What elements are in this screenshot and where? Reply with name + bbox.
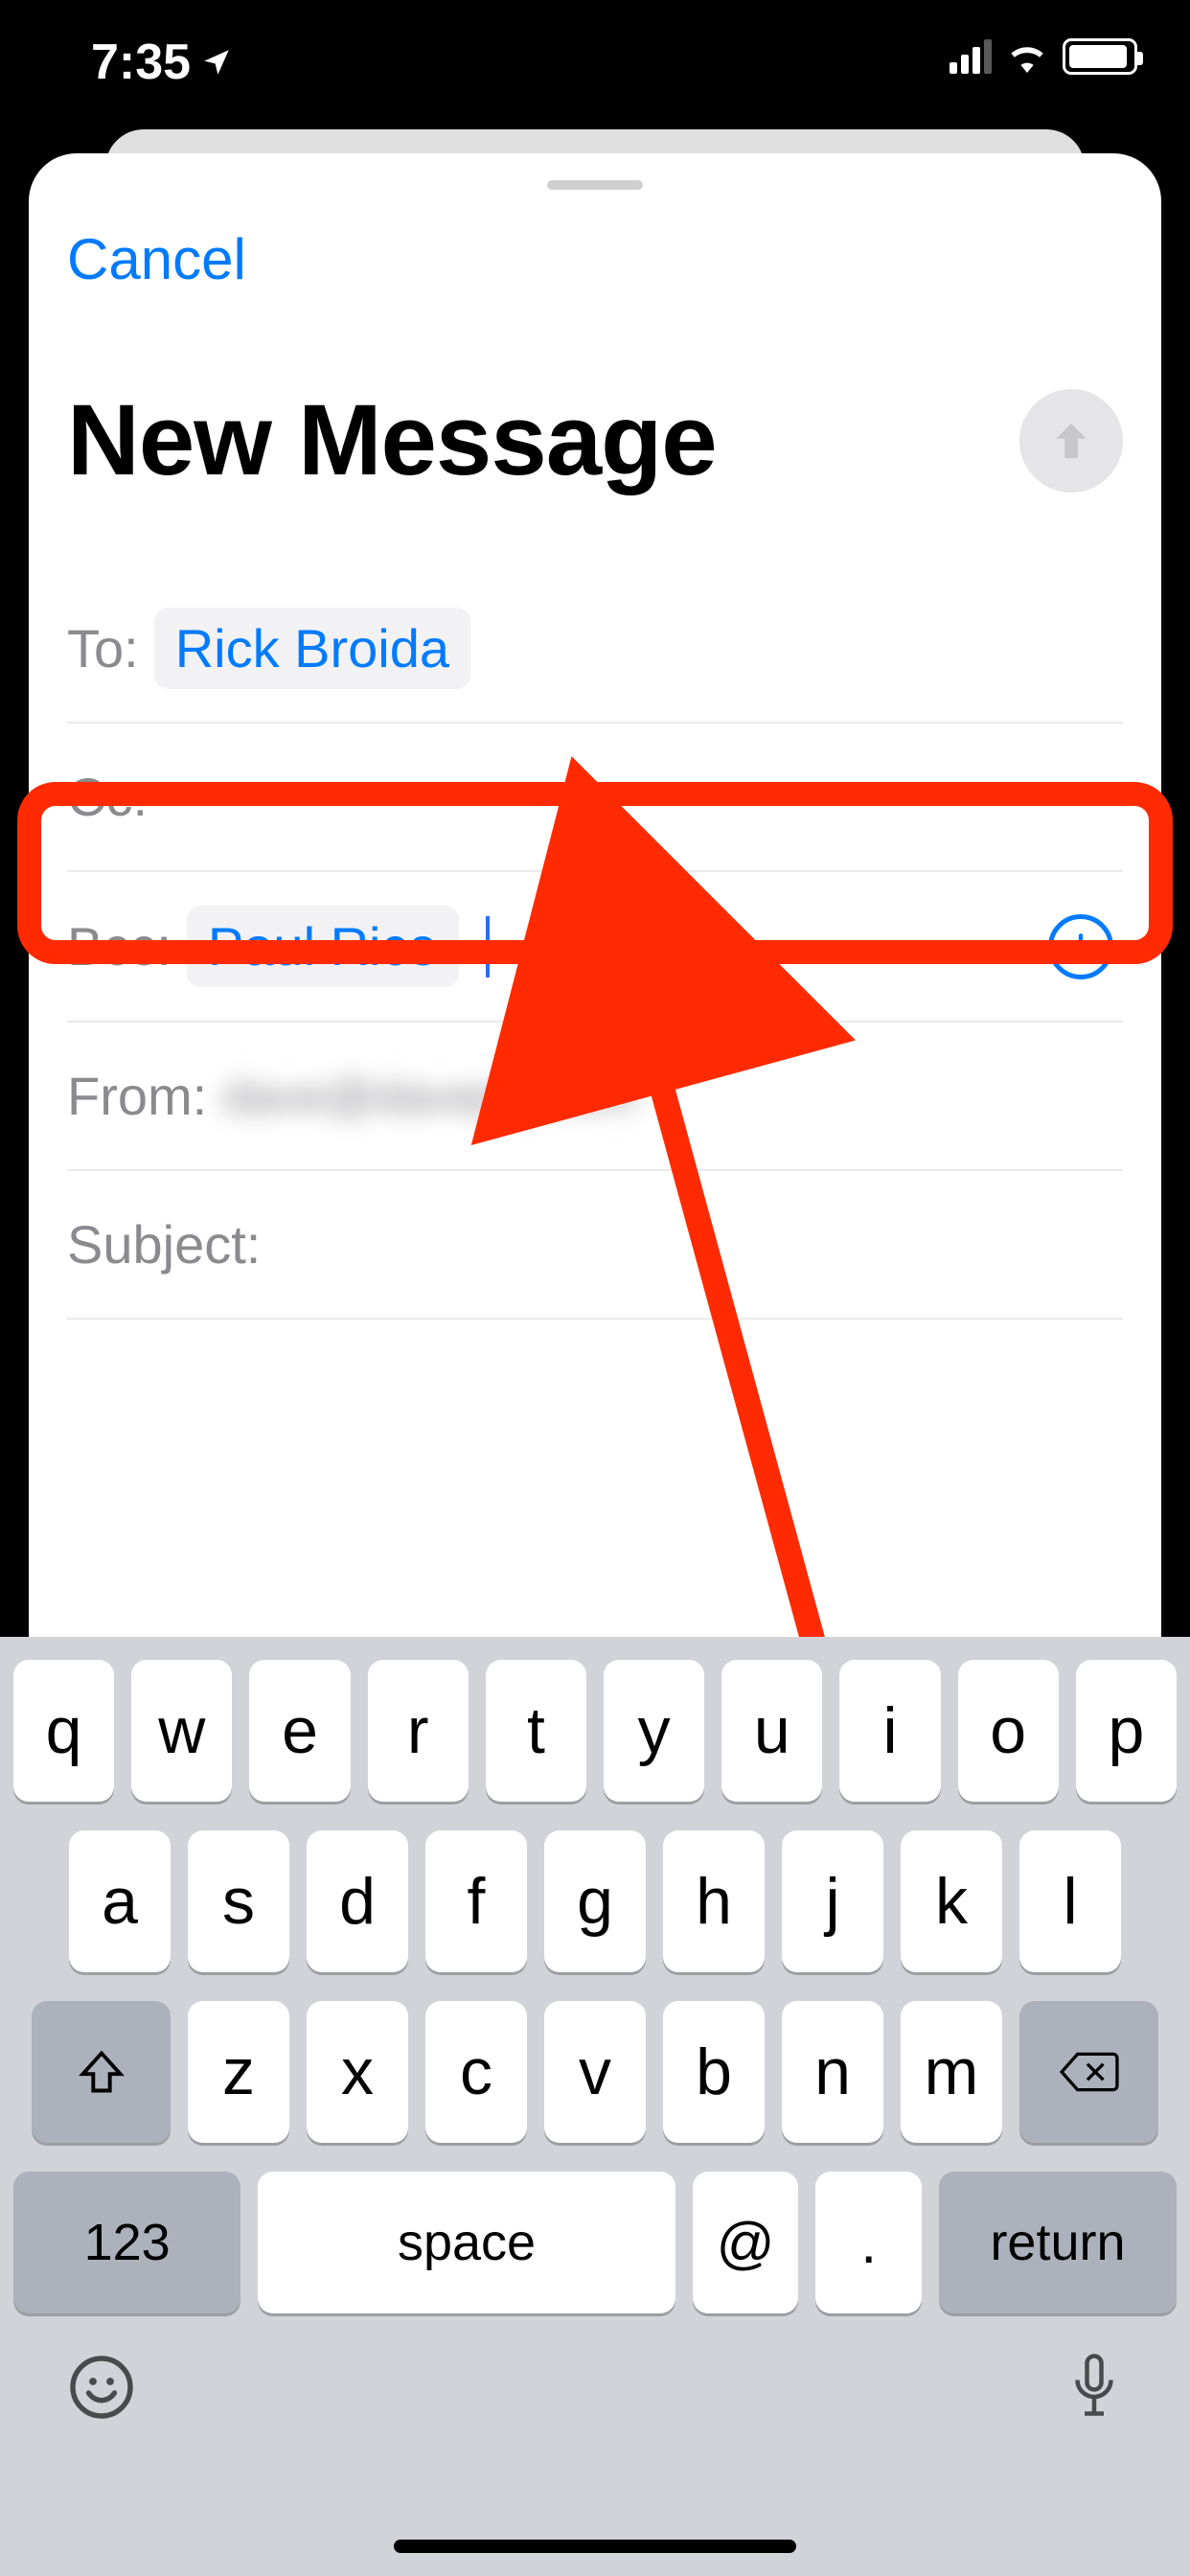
key-o[interactable]: o	[958, 1660, 1059, 1802]
to-label: To:	[67, 617, 139, 679]
key-b[interactable]: b	[663, 2001, 765, 2143]
key-h[interactable]: h	[663, 1830, 765, 1972]
status-time: 7:35	[91, 34, 233, 91]
status-time-text: 7:35	[91, 34, 191, 91]
status-right-icons	[950, 38, 1137, 75]
key-m[interactable]: m	[901, 2001, 1002, 2143]
battery-icon	[1063, 38, 1137, 75]
sheet-grabber[interactable]	[547, 180, 643, 190]
key-j[interactable]: j	[782, 1830, 883, 1972]
from-field[interactable]: From: dave@daveph.com	[67, 1023, 1123, 1171]
text-cursor	[486, 916, 490, 978]
key-u[interactable]: u	[721, 1660, 822, 1802]
from-value: dave@daveph.com	[222, 1069, 636, 1124]
bcc-contact-chip[interactable]: Paul Rice	[187, 906, 459, 987]
cellular-icon	[950, 39, 992, 74]
cc-label: Cc:	[67, 766, 148, 828]
key-p[interactable]: p	[1076, 1660, 1177, 1802]
to-field[interactable]: To: Rick Broida	[67, 575, 1123, 724]
phone-frame: 7:35 Cancel New Message	[0, 0, 1190, 2576]
add-contact-button[interactable]	[1048, 914, 1113, 979]
title-row: New Message	[67, 383, 1123, 498]
from-label: From:	[67, 1065, 207, 1127]
cc-field[interactable]: Cc:	[67, 724, 1123, 872]
at-key[interactable]: @	[693, 2172, 799, 2313]
key-v[interactable]: v	[544, 2001, 646, 2143]
key-a[interactable]: a	[69, 1830, 171, 1972]
home-indicator[interactable]	[394, 2540, 796, 2553]
key-c[interactable]: c	[425, 2001, 527, 2143]
to-contact-chip[interactable]: Rick Broida	[154, 608, 470, 689]
key-e[interactable]: e	[249, 1660, 350, 1802]
key-s[interactable]: s	[188, 1830, 289, 1972]
numbers-key[interactable]: 123	[13, 2172, 240, 2313]
key-g[interactable]: g	[544, 1830, 646, 1972]
subject-field[interactable]: Subject:	[67, 1171, 1123, 1320]
shift-key[interactable]	[32, 2001, 171, 2143]
cancel-button[interactable]: Cancel	[67, 226, 1123, 292]
key-r[interactable]: r	[368, 1660, 469, 1802]
key-d[interactable]: d	[307, 1830, 408, 1972]
key-f[interactable]: f	[425, 1830, 527, 1972]
backspace-key[interactable]	[1019, 2001, 1158, 2143]
send-button[interactable]	[1019, 389, 1123, 493]
key-z[interactable]: z	[188, 2001, 289, 2143]
bcc-label: Bcc:	[67, 915, 172, 978]
key-n[interactable]: n	[782, 2001, 883, 2143]
space-key[interactable]: space	[258, 2172, 675, 2313]
key-k[interactable]: k	[901, 1830, 1002, 1972]
keyboard: qwertyuiop asdfghjkl zxcvbnm 123 space @…	[0, 1637, 1190, 2576]
key-l[interactable]: l	[1019, 1830, 1121, 1972]
return-key[interactable]: return	[939, 2172, 1177, 2313]
key-w[interactable]: w	[131, 1660, 232, 1802]
key-y[interactable]: y	[604, 1660, 704, 1802]
bcc-field[interactable]: Bcc: Paul Rice	[67, 872, 1123, 1021]
subject-label: Subject:	[67, 1213, 261, 1276]
key-x[interactable]: x	[307, 2001, 408, 2143]
page-title: New Message	[67, 383, 717, 498]
compose-fields: To: Rick Broida Cc: Bcc: Paul Rice From:…	[67, 575, 1123, 1320]
status-bar: 7:35	[0, 0, 1190, 125]
key-t[interactable]: t	[486, 1660, 586, 1802]
emoji-key[interactable]	[67, 2353, 136, 2426]
key-q[interactable]: q	[13, 1660, 114, 1802]
dictation-key[interactable]	[1065, 2350, 1123, 2429]
key-i[interactable]: i	[839, 1660, 940, 1802]
dot-key[interactable]: .	[815, 2172, 922, 2313]
location-icon	[200, 46, 233, 79]
wifi-icon	[1005, 40, 1049, 73]
